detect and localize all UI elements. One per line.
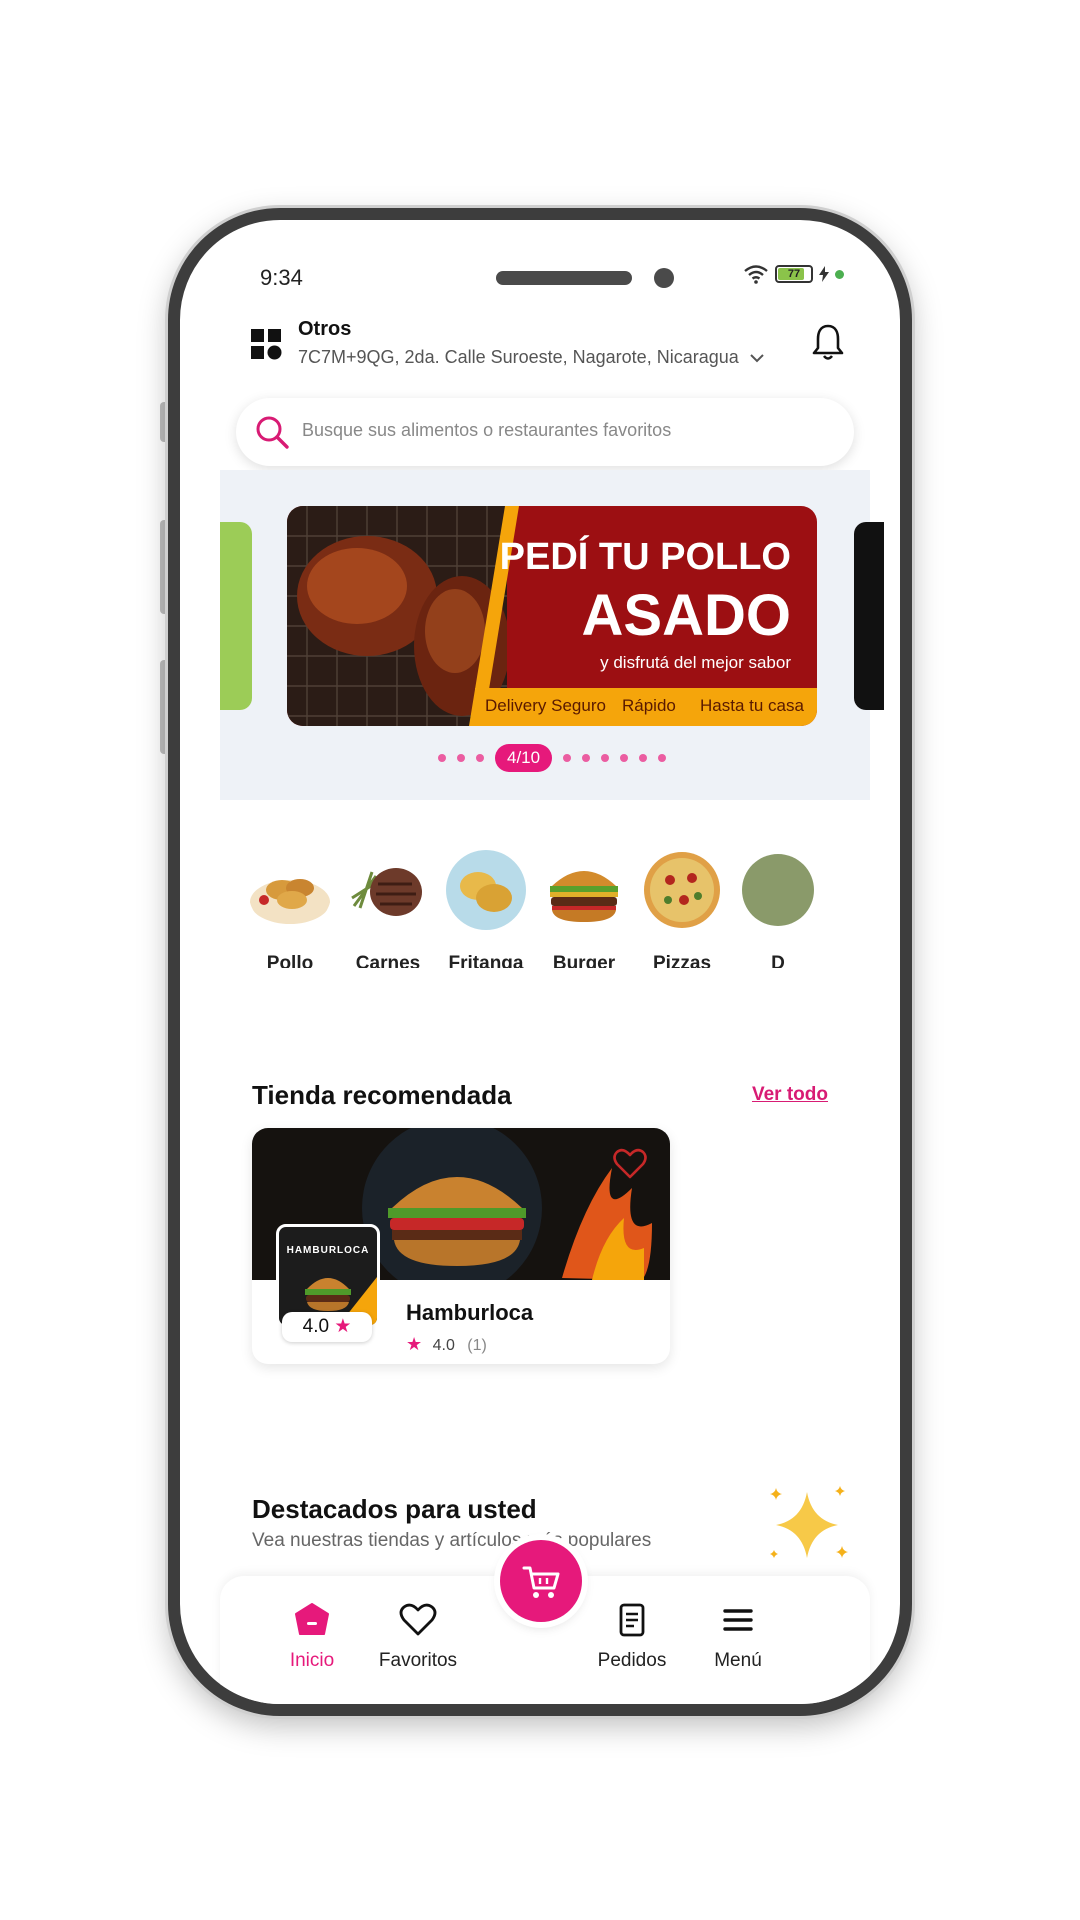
pagination-dot[interactable]: [620, 754, 629, 762]
featured-section-subtitle: Vea nuestras tiendas y artículos más pop…: [252, 1530, 652, 1551]
category-label: Pollo: [266, 953, 314, 968]
phone-frame: 9:34 77 Otros 7C7M+9QG, 2da. Calle Suroe…: [168, 208, 912, 1716]
nav-favoritos[interactable]: Favoritos: [358, 1600, 478, 1672]
status-icons: 77: [743, 264, 844, 284]
category-pollo[interactable]: Pollo: [238, 848, 342, 968]
search-bar[interactable]: Busque sus alimentos o restaurantes favo…: [236, 398, 854, 466]
nav-menu[interactable]: Menú: [678, 1600, 798, 1672]
category-label: Pizzas: [652, 953, 712, 968]
pagination-dot[interactable]: [457, 754, 465, 762]
home-icon: [295, 1603, 329, 1635]
pagination-dot[interactable]: [476, 754, 484, 762]
banner-title-line1: PEDÍ TU POLLO: [499, 536, 791, 578]
category-label: Carnes: [355, 953, 421, 968]
banner-tag: Hasta tu casa: [700, 696, 804, 715]
heart-icon: [399, 1603, 437, 1636]
banner-subtitle: y disfrutá del mejor sabor: [600, 653, 791, 672]
cart-icon: [522, 1566, 560, 1598]
nav-inicio[interactable]: Inicio: [252, 1600, 372, 1672]
store-card[interactable]: HAMBURLOCA 4.0 ★ Hamburloca ★ 4.0 (1): [252, 1128, 670, 1364]
pagination-dot[interactable]: [582, 754, 591, 762]
see-all-link[interactable]: Ver todo: [752, 1084, 828, 1106]
fritanga-icon: [446, 850, 526, 930]
sparkle-icon: [770, 1486, 848, 1558]
search-icon: [256, 416, 289, 449]
burger-icon: [550, 871, 618, 922]
store-review-count: (1): [467, 1337, 487, 1354]
category-partial[interactable]: D: [726, 848, 830, 968]
nav-pedidos[interactable]: Pedidos: [572, 1600, 692, 1672]
pagination-dot[interactable]: [658, 754, 667, 762]
notification-bell-icon[interactable]: [810, 322, 846, 362]
status-time: 9:34: [260, 265, 303, 290]
category-label: D: [771, 953, 785, 968]
previous-banner-peek[interactable]: [220, 522, 252, 710]
store-logo-rating: 4.0 ★: [282, 1312, 372, 1342]
search-placeholder: Busque sus alimentos o restaurantes favo…: [302, 420, 672, 440]
location-title[interactable]: Otros: [298, 318, 351, 341]
pizza-icon: [644, 852, 720, 928]
banner-tags-strip: Delivery Seguro Rápido Hasta tu casa: [475, 688, 817, 726]
favorite-heart-icon[interactable]: [612, 1146, 648, 1182]
chicken-icon: [250, 879, 330, 924]
store-rating-value: 4.0: [432, 1337, 455, 1354]
category-pizzas[interactable]: Pizzas: [630, 848, 734, 968]
star-icon: ★: [334, 1316, 352, 1337]
menu-icon: [723, 1609, 753, 1631]
next-banner-peek[interactable]: [854, 522, 884, 710]
cart-button[interactable]: [500, 1540, 582, 1622]
pagination-dot[interactable]: [563, 754, 572, 762]
category-label: Fritanga: [448, 953, 524, 968]
category-carnes[interactable]: Carnes: [336, 848, 440, 968]
wifi-icon: [744, 265, 768, 284]
battery-icon: 77: [775, 265, 813, 283]
promo-banner[interactable]: PEDÍ TU POLLO ASADO y disfrutá del mejor…: [287, 506, 817, 726]
steak-icon: [351, 868, 422, 916]
nav-label: Pedidos: [597, 1650, 667, 1671]
battery-level: 77: [787, 268, 801, 280]
chevron-down-icon: [750, 354, 764, 363]
app-screen: 9:34 77 Otros 7C7M+9QG, 2da. Calle Suroe…: [180, 220, 900, 1704]
store-rating: ★ 4.0 (1): [406, 1334, 487, 1355]
pagination-dot[interactable]: [601, 754, 610, 762]
star-icon: ★: [406, 1334, 423, 1354]
pagination-dot[interactable]: [639, 754, 648, 762]
pagination-dot[interactable]: [438, 754, 446, 762]
carousel-pagination[interactable]: 4/10: [438, 744, 667, 772]
store-logo-burger: [305, 1277, 377, 1325]
location-address-text: 7C7M+9QG, 2da. Calle Suroeste, Nagarote,…: [298, 347, 739, 367]
banner-title-line2: ASADO: [581, 583, 791, 648]
privacy-dot: [835, 269, 844, 279]
store-logo-rating-value: 4.0: [302, 1316, 330, 1337]
front-camera: [654, 268, 674, 288]
pagination-current: 4/10: [495, 744, 553, 772]
category-fritanga[interactable]: Fritanga: [434, 848, 538, 968]
featured-section-title: Destacados para usted: [252, 1494, 537, 1524]
banner-tag: Delivery Seguro: [485, 696, 606, 715]
charging-icon: [819, 266, 829, 282]
category-burger[interactable]: Burger: [532, 848, 636, 968]
recommended-section-title: Tienda recomendada: [252, 1080, 512, 1110]
store-name: Hamburloca: [406, 1300, 534, 1325]
location-address[interactable]: 7C7M+9QG, 2da. Calle Suroeste, Nagarote,…: [298, 347, 764, 368]
nav-label: Menú: [714, 1650, 762, 1671]
category-list: Pollo Carnes Fritanga Burger Pizzas D: [238, 848, 900, 968]
nav-label: Favoritos: [378, 1650, 458, 1671]
category-label: Burger: [552, 953, 616, 968]
categories-grid-icon[interactable]: [250, 328, 282, 360]
nav-label: Inicio: [289, 1650, 335, 1671]
speaker-notch: [496, 271, 632, 285]
partial-category-icon: [742, 854, 814, 926]
orders-icon: [619, 1603, 645, 1637]
banner-tag: Rápido: [622, 696, 676, 715]
